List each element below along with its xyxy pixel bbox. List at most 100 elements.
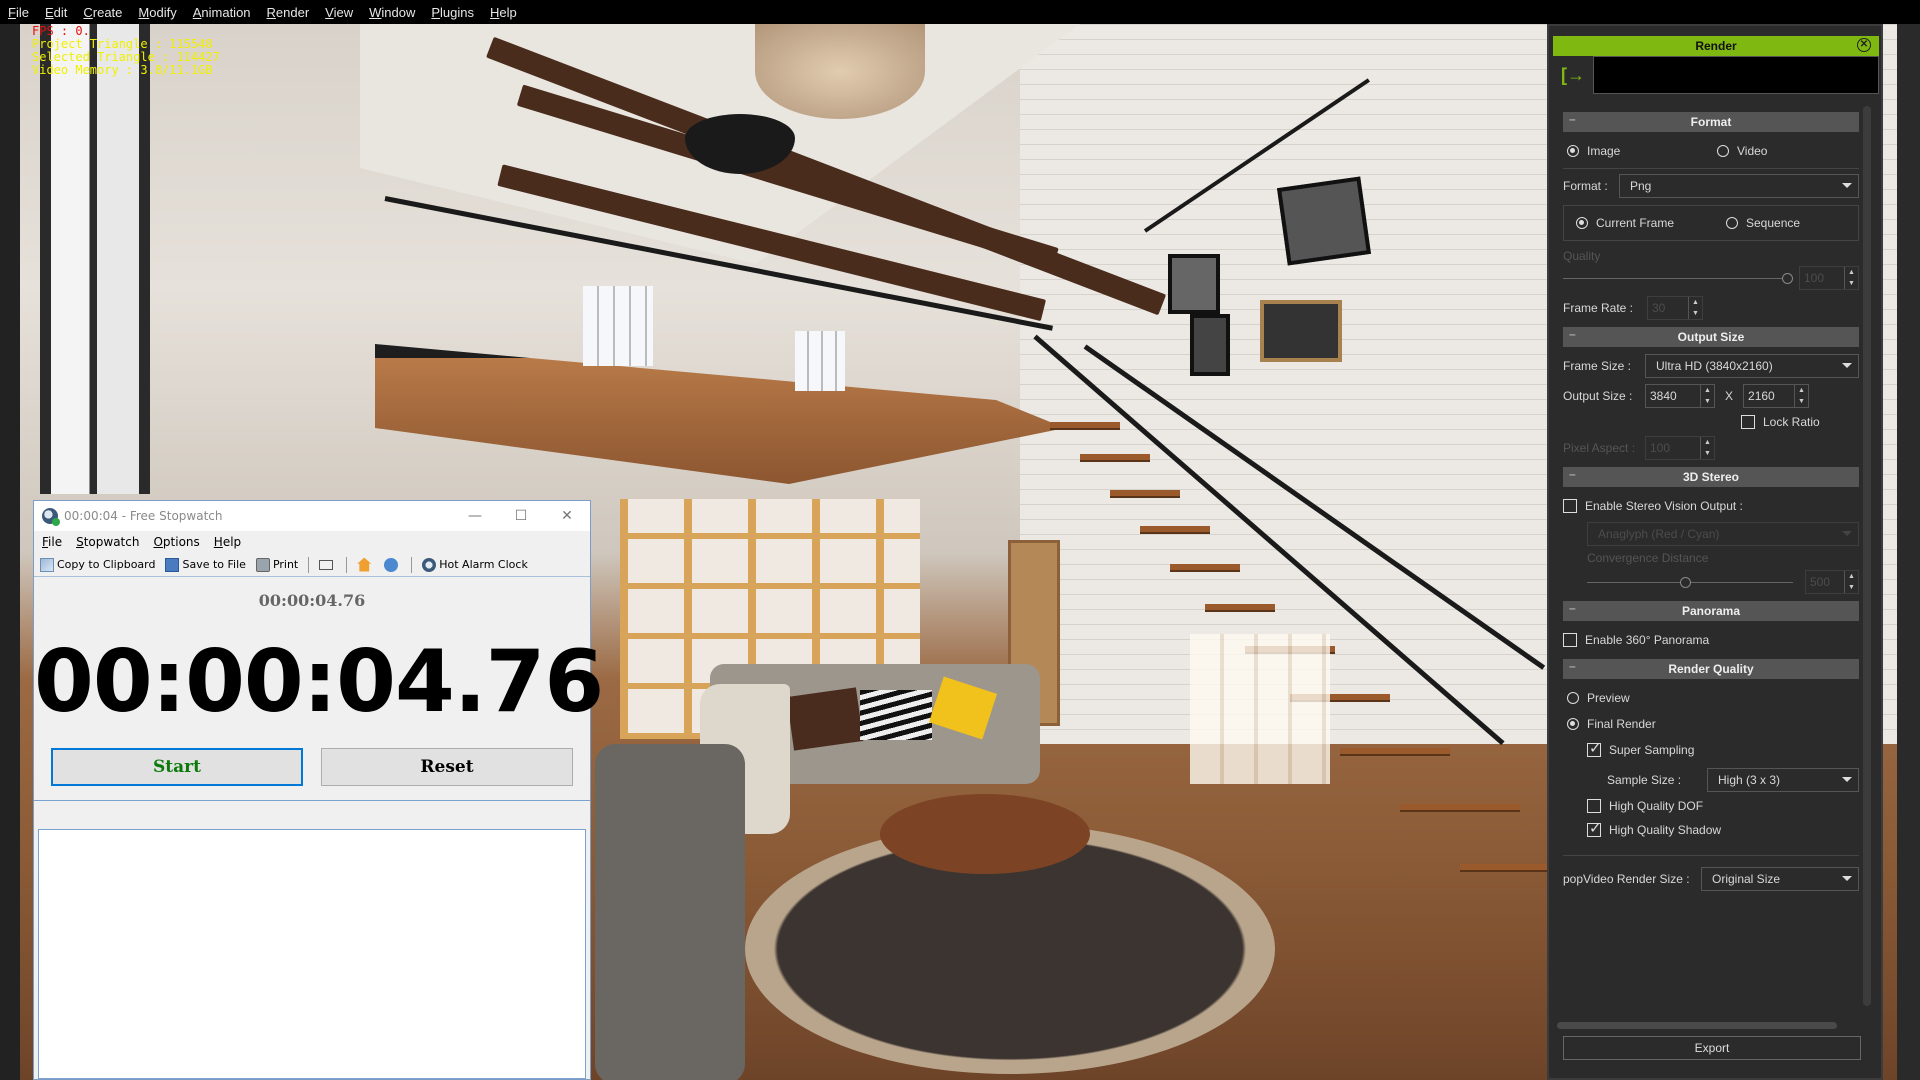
sample-size-dropdown[interactable]: High (3 x 3): [1707, 768, 1859, 792]
menu-edit[interactable]: Edit: [45, 5, 67, 20]
stopwatch-app-icon: [42, 508, 60, 526]
sw-menu-file[interactable]: File: [42, 535, 62, 549]
menu-render[interactable]: Render: [267, 5, 310, 20]
radio-indicator: [1726, 217, 1738, 229]
checkbox-indicator: [1563, 633, 1577, 647]
enable-stereo-checkbox[interactable]: Enable Stereo Vision Output :: [1563, 493, 1859, 519]
pixel-aspect-spinbox[interactable]: 100 ▲ ▼: [1645, 436, 1715, 460]
export-button[interactable]: Export: [1563, 1036, 1861, 1060]
slider-thumb[interactable]: [1679, 576, 1691, 588]
spin-arrows-icon[interactable]: ▲ ▼: [1700, 437, 1714, 459]
slider-thumb[interactable]: [1782, 272, 1793, 284]
stereo-mode-value: Anaglyph (Red / Cyan): [1598, 527, 1720, 541]
spin-arrows-icon[interactable]: ▲ ▼: [1844, 267, 1858, 289]
lock-ratio-checkbox[interactable]: Lock Ratio: [1563, 409, 1859, 435]
chevron-down-icon: [1842, 183, 1852, 188]
enable-panorama-checkbox[interactable]: Enable 360° Panorama: [1563, 627, 1859, 653]
scene-stair-step: [1400, 804, 1520, 812]
spin-arrows-icon[interactable]: ▲ ▼: [1794, 385, 1808, 407]
export-arrow-icon[interactable]: [→: [1553, 56, 1593, 94]
scene-picture-frame: [1190, 314, 1230, 376]
format-dropdown[interactable]: Png: [1619, 174, 1859, 198]
chevron-down-icon: [1842, 363, 1852, 368]
quality-spinbox[interactable]: 100 ▲ ▼: [1799, 266, 1859, 290]
menu-plugins[interactable]: Plugins: [431, 5, 474, 20]
save-to-file-button[interactable]: Save to File: [165, 557, 246, 572]
close-icon[interactable]: ✕: [1857, 38, 1871, 52]
radio-image[interactable]: Image: [1567, 144, 1717, 158]
home-button[interactable]: [357, 557, 374, 572]
maximize-button[interactable]: ☐: [498, 501, 544, 531]
spin-arrows-icon[interactable]: ▲ ▼: [1844, 571, 1858, 593]
hq-shadow-checkbox[interactable]: High Quality Shadow: [1563, 819, 1859, 841]
format-value: Png: [1630, 179, 1652, 193]
radio-final-render[interactable]: Final Render: [1563, 711, 1859, 737]
format-label: Format :: [1563, 179, 1608, 193]
section-format-header[interactable]: – Format: [1563, 112, 1859, 132]
sw-menu-options[interactable]: Options: [153, 535, 199, 549]
stopwatch-titlebar[interactable]: 00:00:04 - Free Stopwatch — ☐ ✕: [34, 501, 590, 531]
enable-stereo-label: Enable Stereo Vision Output :: [1585, 499, 1743, 513]
menu-view[interactable]: View: [325, 5, 353, 20]
section-title: 3D Stereo: [1682, 470, 1740, 484]
convergence-spinbox[interactable]: 500 ▲ ▼: [1805, 570, 1859, 594]
frame-size-dropdown[interactable]: Ultra HD (3840x2160): [1645, 354, 1859, 378]
section-title: Output Size: [1677, 330, 1745, 344]
stereo-mode-dropdown[interactable]: Anaglyph (Red / Cyan): [1587, 522, 1859, 546]
scene-stair-step: [1205, 604, 1275, 612]
close-button[interactable]: ✕: [544, 501, 590, 531]
print-button[interactable]: Print: [255, 557, 298, 572]
spin-arrows-icon[interactable]: ▲ ▼: [1700, 385, 1714, 407]
output-width-spinbox[interactable]: 3840 ▲ ▼: [1645, 384, 1715, 408]
scene-mezzanine: [375, 344, 1065, 484]
render-panel-header[interactable]: Render ✕: [1553, 36, 1879, 56]
popvideo-label: popVideo Render Size :: [1563, 872, 1690, 886]
radio-current-frame[interactable]: Current Frame: [1576, 216, 1726, 230]
menu-create[interactable]: Create: [83, 5, 122, 20]
output-height-value: 2160: [1748, 389, 1775, 403]
convergence-slider[interactable]: [1587, 576, 1793, 588]
scene-stair-step: [1110, 490, 1180, 498]
hq-dof-label: High Quality DOF: [1609, 799, 1704, 813]
scene-coffee-table: [880, 794, 1090, 874]
copy-icon: [40, 557, 54, 572]
menu-file[interactable]: File: [8, 5, 29, 20]
help-button[interactable]: [384, 557, 401, 572]
horizontal-scrollbar[interactable]: [1557, 1022, 1837, 1029]
vertical-scrollbar[interactable]: [1863, 106, 1871, 1006]
sw-menu-stopwatch[interactable]: Stopwatch: [76, 535, 139, 549]
checkbox-indicator: [1587, 819, 1602, 837]
section-panorama-header[interactable]: – Panorama: [1563, 601, 1859, 621]
quality-slider[interactable]: [1563, 272, 1793, 284]
popvideo-dropdown[interactable]: Original Size: [1701, 867, 1859, 891]
menu-animation[interactable]: Animation: [193, 5, 251, 20]
checkbox-indicator: [1563, 499, 1577, 513]
radio-preview[interactable]: Preview: [1563, 685, 1859, 711]
section-3d-stereo-header[interactable]: – 3D Stereo: [1563, 467, 1859, 487]
output-height-spinbox[interactable]: 2160 ▲ ▼: [1743, 384, 1810, 408]
hot-alarm-clock-button[interactable]: Hot Alarm Clock: [422, 557, 528, 572]
radio-video[interactable]: Video: [1717, 144, 1767, 158]
sw-menu-help[interactable]: Help: [214, 535, 241, 549]
super-sampling-checkbox[interactable]: Super Sampling: [1563, 737, 1859, 763]
reset-button[interactable]: Reset: [321, 748, 573, 786]
radio-sequence[interactable]: Sequence: [1726, 216, 1800, 230]
spin-arrows-icon[interactable]: ▲ ▼: [1688, 297, 1702, 319]
menu-window[interactable]: Window: [369, 5, 415, 20]
section-title: Panorama: [1681, 604, 1741, 618]
frame-rate-spinbox[interactable]: 30 ▲ ▼: [1647, 296, 1703, 320]
hq-dof-checkbox[interactable]: High Quality DOF: [1563, 793, 1859, 819]
scene-stair-step: [1050, 422, 1120, 430]
presentation-button[interactable]: [319, 559, 336, 570]
lap-log-area[interactable]: [38, 829, 586, 1079]
menu-modify[interactable]: Modify: [138, 5, 176, 20]
section-output-size-header[interactable]: – Output Size: [1563, 327, 1859, 347]
frame-size-label: Frame Size :: [1563, 359, 1632, 373]
start-button[interactable]: Start: [51, 748, 303, 786]
minimize-button[interactable]: —: [452, 501, 498, 531]
menu-help[interactable]: Help: [490, 5, 517, 20]
scene-loft-window: [795, 331, 845, 391]
sample-size-value: High (3 x 3): [1718, 773, 1781, 787]
copy-to-clipboard-button[interactable]: Copy to Clipboard: [40, 557, 155, 572]
section-render-quality-header[interactable]: – Render Quality: [1563, 659, 1859, 679]
